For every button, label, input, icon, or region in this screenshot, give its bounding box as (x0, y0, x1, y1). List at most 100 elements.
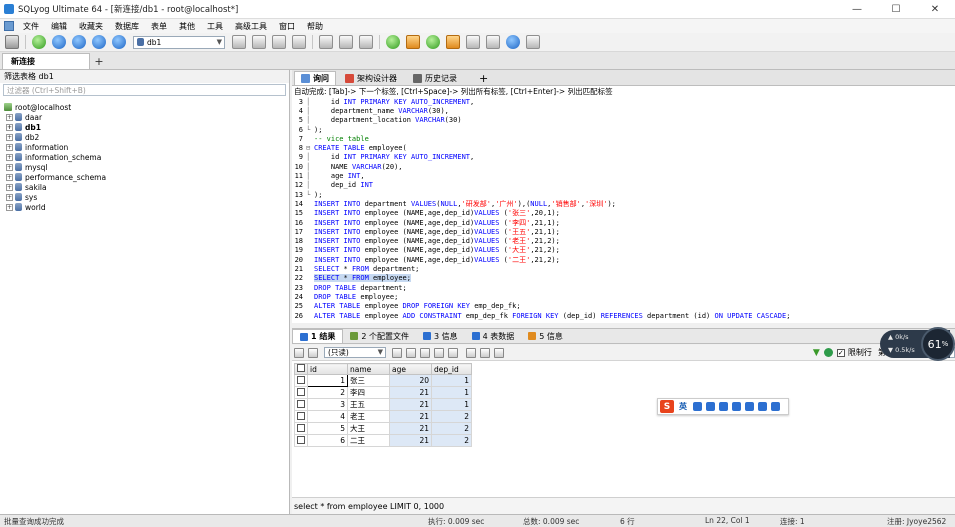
insert-row-icon[interactable] (392, 347, 402, 358)
network-speed-widget[interactable]: ▲ 0k/s ▼ 0.5k/s 61% (880, 327, 955, 361)
menu-other[interactable]: 其他 (173, 21, 201, 32)
tab-connection[interactable]: 新连接 (2, 53, 90, 69)
emoji-icon[interactable] (706, 402, 715, 411)
grid-view-icon[interactable] (294, 347, 304, 358)
tree-database[interactable]: + performance_schema (0, 172, 289, 182)
execute-query-icon[interactable] (52, 35, 66, 49)
table-cell[interactable]: 1 (431, 398, 472, 411)
query-builder-icon[interactable] (446, 35, 460, 49)
table-cell[interactable]: 21 (389, 434, 432, 447)
expand-icon[interactable]: + (6, 203, 13, 211)
toolbox-icon[interactable] (771, 402, 780, 411)
expand-icon[interactable]: + (6, 123, 13, 131)
code-line[interactable]: 14 INSERT INTO department VALUES(NULL,'研发… (292, 199, 616, 208)
ime-toolbar[interactable]: S 英 (657, 398, 789, 415)
menu-edit[interactable]: 编辑 (45, 21, 73, 32)
code-line[interactable]: 9 │ id INT PRIMARY KEY AUTO_INCREMENT, (292, 153, 474, 162)
sync-icon[interactable] (386, 35, 400, 49)
voice-icon[interactable] (719, 402, 728, 411)
tree-database[interactable]: + sys (0, 192, 289, 202)
code-line[interactable]: 17 INSERT INTO employee (NAME,age,dep_id)… (292, 227, 560, 236)
tree-database[interactable]: + information (0, 142, 289, 152)
refresh-result-icon[interactable] (823, 348, 833, 357)
code-line[interactable]: 22 SELECT * FROM employee; (292, 274, 411, 283)
code-line[interactable]: 16 INSERT INTO employee (NAME,age,dep_id)… (292, 218, 560, 227)
column-header[interactable]: age (389, 363, 432, 375)
table-cell[interactable]: 3 (307, 398, 348, 411)
menu-favorites[interactable]: 收藏夹 (73, 21, 109, 32)
table-cell[interactable]: 2 (431, 434, 472, 447)
limit-rows-checkbox[interactable]: ✓ (836, 348, 845, 357)
table-cell[interactable]: 4 (307, 410, 348, 423)
column-header[interactable]: name (347, 363, 390, 375)
table-row[interactable]: 3 王五 21 1 (294, 398, 472, 411)
row-checkbox[interactable] (294, 410, 308, 423)
table-cell[interactable]: 张三 (347, 374, 390, 387)
table-cell[interactable]: 2 (431, 410, 472, 423)
menu-window[interactable]: 窗口 (273, 21, 301, 32)
table-cell[interactable]: 6 (307, 434, 348, 447)
table-cell[interactable]: 21 (389, 410, 432, 423)
tab-schema-designer[interactable]: 架构设计器 (338, 71, 404, 85)
code-line[interactable]: 7 -- vice table (292, 134, 369, 143)
database-select[interactable]: db1 ▼ (133, 35, 225, 49)
close-button[interactable]: ✕ (915, 0, 955, 19)
restore-icon[interactable] (292, 35, 306, 49)
new-table-icon[interactable] (252, 35, 266, 49)
tab-profile[interactable]: 2 个配置文件 (343, 329, 416, 343)
table-cell[interactable]: 1 (307, 374, 348, 387)
tab-query[interactable]: 询问 (294, 71, 336, 85)
code-line[interactable]: 18 INSERT INTO employee (NAME,age,dep_id)… (292, 237, 560, 246)
code-line[interactable]: 10 │ NAME VARCHAR(20), (292, 162, 403, 171)
table-cell[interactable]: 21 (389, 398, 432, 411)
code-line[interactable]: 19 INSERT INTO employee (NAME,age,dep_id)… (292, 246, 560, 255)
expand-icon[interactable]: + (6, 193, 13, 201)
menu-advanced-tools[interactable]: 高级工具 (229, 21, 273, 32)
tab-info[interactable]: 3 信息 (416, 329, 465, 343)
expand-icon[interactable]: + (6, 133, 13, 141)
sql-editor[interactable]: 3 │ id INT PRIMARY KEY AUTO_INCREMENT, 4 │ … (292, 97, 955, 323)
expand-icon[interactable]: + (6, 153, 13, 161)
punctuation-icon[interactable] (693, 402, 702, 411)
table-row[interactable]: 1 张三 20 1 (294, 374, 472, 387)
code-line[interactable]: 13 └); (292, 190, 323, 199)
expand-icon[interactable]: + (6, 163, 13, 171)
tree-server[interactable]: root@localhost (0, 102, 289, 112)
column-header[interactable]: id (307, 363, 348, 375)
row-checkbox[interactable] (294, 422, 308, 435)
table-cell[interactable]: 1 (431, 386, 472, 399)
connect-icon[interactable] (32, 35, 46, 49)
code-line[interactable]: 21 SELECT * FROM department; (292, 264, 420, 273)
tab-result[interactable]: 1 结果 (292, 329, 344, 343)
duplicate-row-icon[interactable] (406, 347, 416, 358)
table-row[interactable]: 5 大王 21 2 (294, 422, 472, 435)
table-cell[interactable]: 20 (389, 374, 432, 387)
skin-icon[interactable] (758, 402, 767, 411)
delete-row-icon[interactable] (434, 347, 444, 358)
table-cell[interactable]: 1 (431, 374, 472, 387)
minimize-button[interactable]: — (837, 0, 877, 19)
expand-icon[interactable]: + (6, 173, 13, 181)
code-line[interactable]: 26 ALTER TABLE employee ADD CONSTRAINT em… (292, 311, 791, 320)
table-row[interactable]: 6 二王 21 2 (294, 434, 472, 447)
row-checkbox[interactable] (294, 398, 308, 411)
user-icon[interactable] (745, 402, 754, 411)
cancel-icon[interactable] (448, 347, 458, 358)
tree-database[interactable]: + world (0, 202, 289, 212)
expand-icon[interactable]: + (6, 143, 13, 151)
code-line[interactable]: 6 └); (292, 125, 323, 134)
schema-sync-icon[interactable] (406, 35, 420, 49)
tab-info2[interactable]: 5 信息 (521, 329, 570, 343)
row-checkbox[interactable] (294, 434, 308, 447)
tree-database[interactable]: + db1 (0, 122, 289, 132)
export-result-icon[interactable] (308, 347, 318, 358)
code-line[interactable]: 12 │ dep_id INT (292, 181, 373, 190)
table-cell[interactable]: 5 (307, 422, 348, 435)
table-row[interactable]: 4 老王 21 2 (294, 410, 472, 423)
export-icon[interactable] (339, 35, 353, 49)
help-icon[interactable] (506, 35, 520, 49)
schedule-icon[interactable] (359, 35, 373, 49)
code-line[interactable]: 8 ⊟ CREATE TABLE employee( (292, 144, 407, 153)
table-cell[interactable]: 王五 (347, 398, 390, 411)
code-line[interactable]: 25 ALTER TABLE employee DROP FOREIGN KEY … (292, 302, 521, 311)
